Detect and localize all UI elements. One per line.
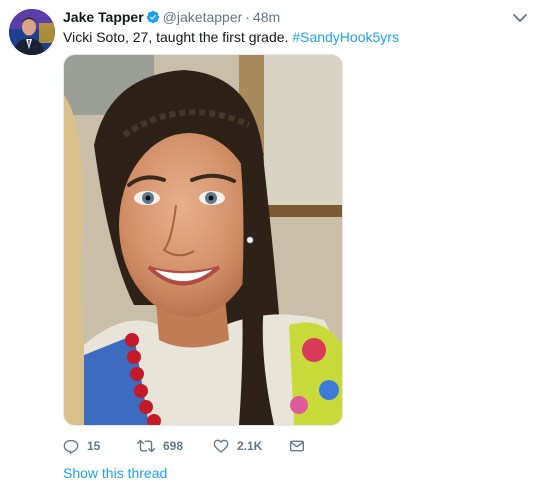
tweet-card: Jake Tapper @jaketapper · 48m Vicki Soto, 2… [0,0,540,490]
retweet-icon [137,438,155,454]
tweet-text-body: Vicki Soto, 27, taught the first grade. [63,29,293,45]
retweet-button[interactable]: 698 [137,436,183,456]
show-thread-link[interactable]: Show this thread [63,465,167,481]
reply-icon [63,438,79,454]
author-avatar[interactable] [9,9,55,55]
tweet-actions: 15 698 2.1K [63,436,363,456]
reply-button[interactable]: 15 [63,436,100,456]
header-separator: · [245,9,250,25]
direct-message-button[interactable] [289,436,305,456]
author-handle[interactable]: @jaketapper [163,9,243,25]
heart-icon [213,438,229,454]
verified-badge-icon [146,10,160,28]
author-name[interactable]: Jake Tapper [63,9,144,25]
retweet-count: 698 [163,439,184,453]
tweet-header: Jake Tapper @jaketapper · 48m [63,8,500,28]
tweet-text: Vicki Soto, 27, taught the first grade. … [63,28,399,46]
reply-count: 15 [87,439,101,453]
tweet-timestamp[interactable]: 48m [253,9,280,25]
chevron-down-icon[interactable] [512,11,528,25]
tweet-photo[interactable] [63,54,343,426]
like-count: 2.1K [237,439,263,453]
hashtag-link[interactable]: #SandyHook5yrs [292,29,399,45]
envelope-icon [289,438,305,454]
like-button[interactable]: 2.1K [213,436,262,456]
